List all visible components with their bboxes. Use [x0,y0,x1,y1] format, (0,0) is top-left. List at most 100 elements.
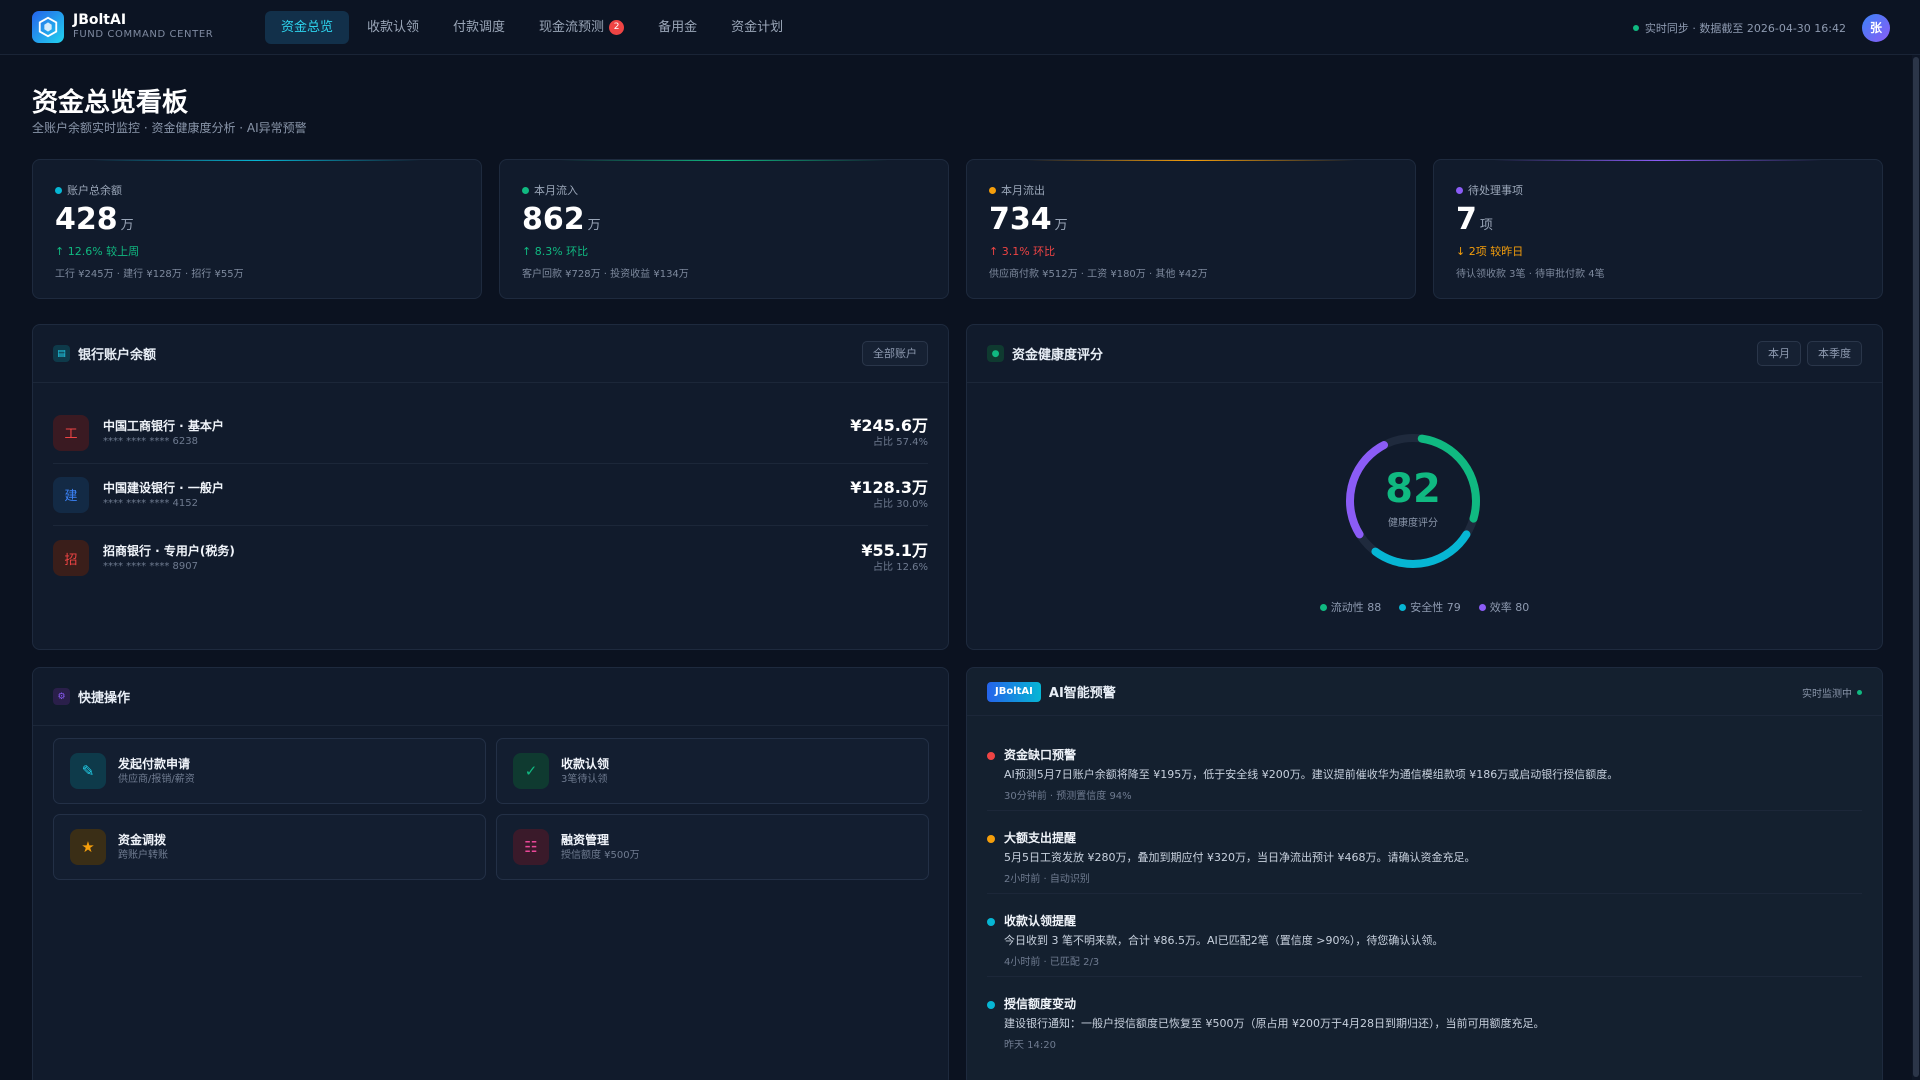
page-scrollbar[interactable] [1912,55,1920,1080]
action-title: 资金调拨 [118,833,167,847]
fund-transfer-button[interactable]: ★ 资金调拨 跨账户转账 [53,814,486,880]
live-dot-icon [1857,690,1862,695]
stat-card-total-balance[interactable]: 账户总余额 428 万 ↑ 12.6% 较上周 工行 ¥245万 · 建行 ¥12… [32,159,482,299]
alert-meta: 昨天 14:20 [1004,1040,1056,1051]
panel-title: 资金健康度评分 [1012,348,1104,363]
bank-account-number: **** **** **** 8907 [103,561,198,572]
nav-label: 收款认领 [367,19,420,35]
top-bar: JBoltAI FUND COMMAND CENTER 资金总览 收款认领 付款… [0,0,1920,55]
alert-severity-icon [987,918,995,926]
sync-status-text: 实时同步 · 数据截至 2026-04-30 16:42 [1644,21,1846,35]
stat-dot-icon [55,186,62,194]
cmb-logo-icon: 招 [53,540,89,576]
alert-title: 大额支出提醒 [1004,831,1077,845]
nav-label: 资金总览 [281,19,334,35]
fund-health-panel: ● 资金健康度评分 本月 本季度 82 健康度评分 流动性 88 安全性 79 … [966,324,1883,650]
list-icon: ☷ [513,829,549,865]
nav-receipt-claim[interactable]: 收款认领 [351,11,435,44]
bank-share: 占比 57.4% [873,436,928,448]
brand[interactable]: JBoltAI FUND COMMAND CENTER [32,11,265,43]
alert-severity-icon [987,752,995,760]
alert-meta: 2小时前 · 自动识别 [1004,874,1090,885]
nav-payment-schedule[interactable]: 付款调度 [437,11,521,44]
nav-cashflow-forecast[interactable]: 现金流预测 2 [523,11,640,44]
action-title: 发起付款申请 [118,757,191,771]
ai-brand-tag: JBoltAI [987,681,1041,702]
gear-icon: ⚙ [53,688,70,705]
health-legend: 流动性 88 安全性 79 效率 80 [967,599,1882,615]
bank-row[interactable]: 招 招商银行 · 专用户(税务) **** **** **** 8907 ¥55… [53,527,928,589]
stat-value: 7 [1456,202,1477,237]
bank-row[interactable]: 建 中国建设银行 · 一般户 **** **** **** 4152 ¥128.… [53,464,928,526]
scrollbar-thumb[interactable] [1913,57,1919,1077]
alert-item[interactable]: 大额支出提醒 5月5日工资发放 ¥280万，叠加到期应付 ¥320万，当日净流出… [987,811,1862,894]
health-score: 82 [1385,466,1441,512]
legend-label: 效率 80 [1489,601,1530,614]
stat-value: 428 [55,202,118,237]
icbc-logo-icon: 工 [53,414,89,451]
ai-alerts-panel: JBoltAI AI智能预警 实时监测中 资金缺口预警 AI预测5月7日账户余额… [966,667,1883,1080]
create-payment-button[interactable]: ✎ 发起付款申请 供应商/报销/薪资 [53,738,486,804]
action-subtitle: 供应商/报销/薪资 [118,774,195,785]
star-icon: ★ [70,829,106,865]
alert-body: AI预测5月7日账户余额将降至 ¥195万，低于安全线 ¥200万。建议提前催收… [1004,768,1619,781]
brand-logo-icon [32,11,64,43]
bank-share: 占比 30.0% [873,498,928,510]
legend-efficiency: 效率 80 [1478,599,1530,615]
nav-badge: 2 [609,19,625,35]
stat-change: ↑ 3.1% 环比 [989,245,1056,258]
nav-petty-cash[interactable]: 备用金 [642,11,713,44]
quick-actions-panel: ⚙ 快捷操作 ✎ 发起付款申请 供应商/报销/薪资 ✓ 收款认领 3笔待认领 ★… [32,667,949,1080]
health-icon: ● [987,345,1004,362]
stat-dot-icon [989,186,996,194]
period-month-button[interactable]: 本月 [1757,341,1801,366]
nav-label: 付款调度 [453,19,506,35]
action-title: 融资管理 [561,833,610,847]
page-title: 资金总览看板 [32,88,189,118]
alert-item[interactable]: 资金缺口预警 AI预测5月7日账户余额将降至 ¥195万，低于安全线 ¥200万… [987,728,1862,811]
main-nav: 资金总览 收款认领 付款调度 现金流预测 2 备用金 资金计划 [265,10,801,44]
bank-amount: ¥245.6万 [850,415,928,435]
alert-body: 5月5日工资发放 ¥280万，叠加到期应付 ¥320万，当日净流出预计 ¥468… [1004,851,1476,864]
alert-item[interactable]: 授信额度变动 建设银行通知：一般户授信额度已恢复至 ¥500万（原占用 ¥200… [987,977,1862,1060]
bank-amount: ¥55.1万 [861,541,928,560]
stat-detail: 客户回款 ¥728万 · 投资收益 ¥134万 [522,269,689,280]
stat-value: 862 [522,202,585,237]
action-title: 收款认领 [561,757,610,771]
legend-label: 安全性 79 [1410,601,1461,614]
bank-row[interactable]: 工 中国工商银行 · 基本户 **** **** **** 6238 ¥245.… [53,402,928,464]
financing-management-button[interactable]: ☷ 融资管理 授信额度 ¥500万 [496,814,929,880]
stat-change: ↓ 2项 较昨日 [1456,245,1524,258]
stat-unit: 万 [587,218,601,233]
all-accounts-button[interactable]: 全部账户 [862,341,928,366]
bank-balance-panel: ▤ 银行账户余额 全部账户 工 中国工商银行 · 基本户 **** **** *… [32,324,949,650]
brand-subtitle: FUND COMMAND CENTER [73,29,214,40]
bank-account-number: **** **** **** 4152 [103,497,198,509]
nav-fund-overview[interactable]: 资金总览 [265,10,350,44]
alert-item[interactable]: 收款认领提醒 今日收到 3 笔不明来款，合计 ¥86.5万。AI已匹配2笔（置信… [987,894,1862,977]
user-avatar[interactable]: 张 [1862,13,1890,42]
period-quarter-button[interactable]: 本季度 [1807,341,1862,366]
monitoring-status: 实时监测中 [1802,689,1852,700]
alert-title: 收款认领提醒 [1004,914,1077,928]
nav-fund-plan[interactable]: 资金计划 [715,11,799,44]
stat-dot-icon [1456,186,1463,194]
stat-label: 本月流入 [534,184,578,197]
legend-liquidity: 流动性 88 [1319,599,1381,615]
stat-card-monthly-outflow[interactable]: 本月流出 734 万 ↑ 3.1% 环比 供应商付款 ¥512万 · 工资 ¥18… [966,159,1416,299]
alert-title: 授信额度变动 [1004,997,1077,1011]
alert-body: 建设银行通知：一般户授信额度已恢复至 ¥500万（原占用 ¥200万于4月28日… [1004,1017,1545,1030]
nav-label: 资金计划 [731,19,784,35]
bank-name: 招商银行 · 专用户(税务) [103,544,235,558]
bank-name: 中国工商银行 · 基本户 [103,418,224,433]
action-subtitle: 3笔待认领 [561,774,608,785]
health-gauge: 82 健康度评分 [1342,430,1484,572]
stat-card-monthly-inflow[interactable]: 本月流入 862 万 ↑ 8.3% 环比 客户回款 ¥728万 · 投资收益 ¥1… [499,159,949,299]
stat-card-pending-items[interactable]: 待处理事项 7项 ↓ 2项 较昨日 待认领收款 3笔 · 待审批付款 4笔 [1433,159,1883,299]
panel-title: AI智能预警 [1048,686,1116,701]
stat-detail: 工行 ¥245万 · 建行 ¥128万 · 招行 ¥55万 [55,269,244,280]
brand-name: JBoltAI [73,12,127,28]
stat-unit: 万 [120,218,134,233]
receipt-claim-button[interactable]: ✓ 收款认领 3笔待认领 [496,738,929,804]
action-subtitle: 授信额度 ¥500万 [561,850,640,861]
